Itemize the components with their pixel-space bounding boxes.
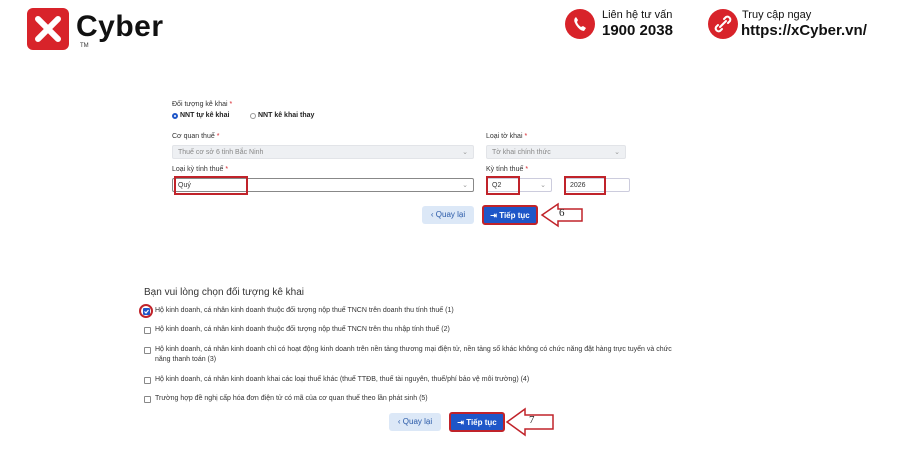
back-button[interactable]: ‹ Quay lại bbox=[422, 206, 474, 224]
check-icon bbox=[144, 309, 149, 314]
next-icon: ⇥ bbox=[490, 211, 497, 220]
highlight-year bbox=[564, 176, 606, 195]
period-type-label: Loại kỳ tính thuế * bbox=[172, 166, 229, 173]
logo-mark bbox=[27, 8, 69, 50]
continue-button-2[interactable]: ⇥ Tiếp tục bbox=[449, 412, 505, 432]
next-icon: ⇥ bbox=[457, 418, 464, 427]
chevron-left-icon: ‹ bbox=[430, 210, 434, 219]
option-1-label: Hộ kinh doanh, cá nhân kinh doanh thuộc … bbox=[155, 307, 454, 314]
checkbox-option-2[interactable] bbox=[144, 327, 151, 334]
contact-label: Liên hệ tư vấn bbox=[602, 9, 673, 21]
website-link[interactable]: https://xCyber.vn/ bbox=[741, 22, 867, 39]
option-5-label: Trường hợp đề nghị cấp hóa đơn điện tử c… bbox=[155, 395, 428, 402]
continue-button[interactable]: ⇥ Tiếp tục bbox=[482, 205, 538, 225]
checkbox-option-5[interactable] bbox=[144, 396, 151, 403]
radio-self-label: NNT tự kê khai bbox=[180, 112, 230, 119]
checkbox-option-1[interactable] bbox=[143, 308, 150, 315]
phone-icon bbox=[565, 9, 595, 39]
highlight-quarter bbox=[486, 176, 520, 195]
step-number-7: 7 bbox=[529, 414, 535, 426]
radio-proxy-label: NNT kê khai thay bbox=[258, 112, 315, 119]
chevron-down-icon: ⌄ bbox=[462, 182, 468, 189]
form2-title: Bạn vui lòng chọn đối tượng kê khai bbox=[144, 287, 305, 298]
radio-self-declare[interactable] bbox=[172, 113, 178, 119]
back-button-2[interactable]: ‹ Quay lại bbox=[389, 413, 441, 431]
highlight-period-type bbox=[174, 176, 248, 195]
trademark: TM bbox=[80, 43, 89, 49]
option-3-label: Hộ kinh doanh, cá nhân kinh doanh chỉ có… bbox=[155, 346, 672, 353]
radio-proxy-declare[interactable] bbox=[250, 113, 256, 119]
checkbox-option-3[interactable] bbox=[144, 347, 151, 354]
x-logo-icon bbox=[35, 16, 61, 42]
step-number-6: 6 bbox=[559, 207, 565, 219]
chevron-left-icon: ‹ bbox=[397, 417, 401, 426]
visit-label: Truy cập ngay bbox=[742, 9, 812, 21]
report-type-select[interactable]: Tờ khai chính thức ⌄ bbox=[486, 145, 626, 159]
chevron-down-icon: ⌄ bbox=[462, 149, 468, 156]
period-label: Kỳ tính thuế * bbox=[486, 166, 529, 173]
option-4-label: Hộ kinh doanh, cá nhân kinh doanh khai c… bbox=[155, 376, 530, 383]
checkbox-option-4[interactable] bbox=[144, 377, 151, 384]
chevron-down-icon: ⌄ bbox=[540, 182, 546, 189]
option-2-label: Hộ kinh doanh, cá nhân kinh doanh thuộc … bbox=[155, 326, 450, 333]
contact-phone[interactable]: 1900 2038 bbox=[602, 22, 673, 39]
link-icon bbox=[708, 9, 738, 39]
report-type-label: Loại tờ khai * bbox=[486, 133, 528, 140]
brand-name: Cyber bbox=[76, 10, 164, 43]
tax-office-label: Cơ quan thuế * bbox=[172, 133, 220, 140]
tax-office-select[interactable]: Thuế cơ sở 6 tỉnh Bắc Ninh ⌄ bbox=[172, 145, 474, 159]
chevron-down-icon: ⌄ bbox=[614, 149, 620, 156]
subject-label: Đối tượng kê khai * bbox=[172, 101, 233, 108]
option-3-label-cont: năng thanh toán (3) bbox=[155, 356, 217, 363]
